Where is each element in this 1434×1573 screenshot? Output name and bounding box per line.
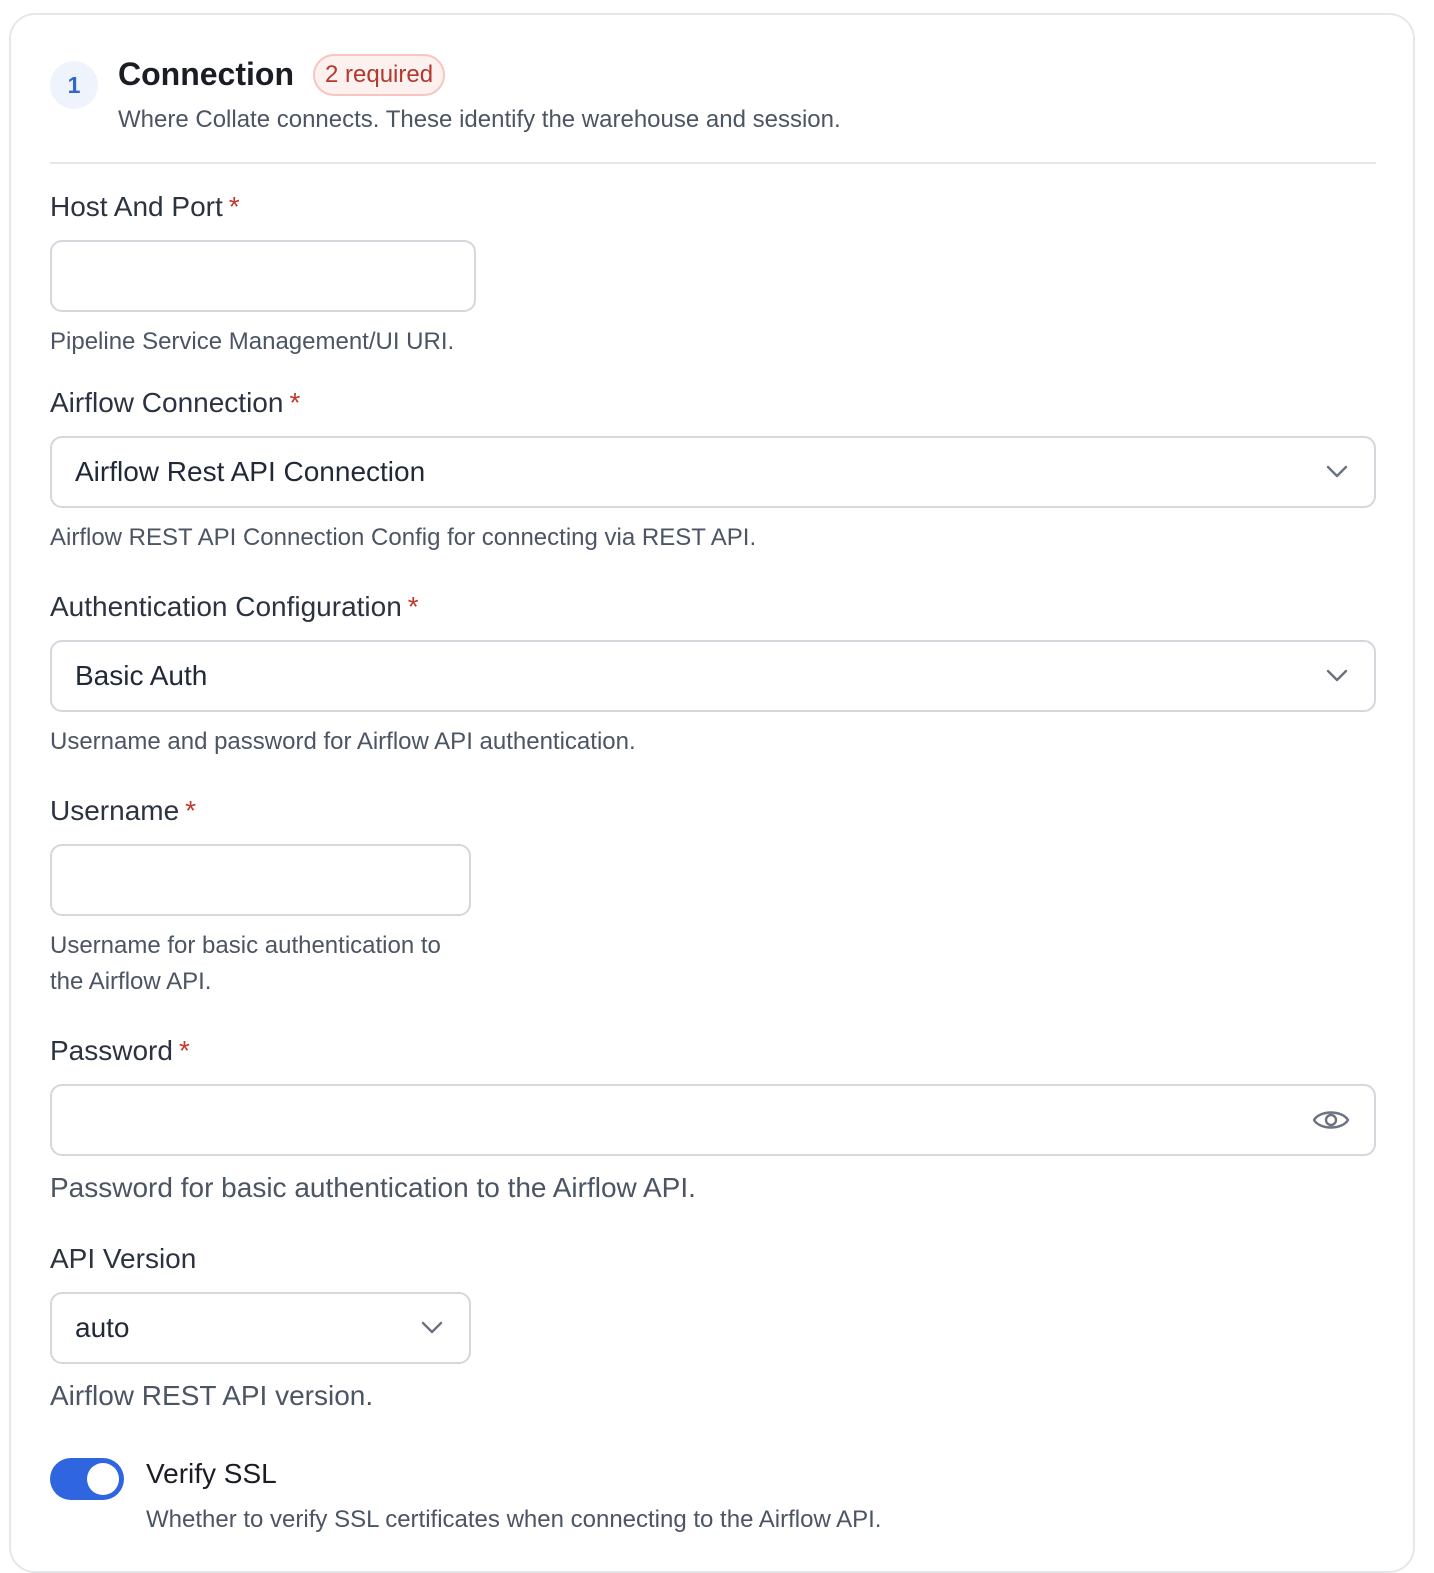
username-help-line-1: Username for basic authentication to bbox=[50, 932, 441, 959]
airflow-connection-label-text: Airflow Connection bbox=[50, 387, 284, 418]
host-and-port-label-text: Host And Port bbox=[50, 191, 223, 222]
required-count-badge: 2 required bbox=[313, 54, 446, 96]
api-version-label-text: API Version bbox=[50, 1243, 197, 1274]
auth-config-label-text: Authentication Configuration bbox=[50, 591, 402, 622]
required-asterisk: * bbox=[178, 1035, 190, 1066]
required-asterisk: * bbox=[289, 387, 301, 418]
password-label: Password * bbox=[50, 1035, 190, 1067]
host-and-port-help: Pipeline Service Management/UI URI. bbox=[50, 328, 455, 355]
airflow-connection-label: Airflow Connection * bbox=[50, 387, 300, 419]
airflow-connection-value: Airflow Rest API Connection bbox=[75, 456, 426, 487]
verify-ssl-label: Verify SSL bbox=[146, 1458, 277, 1489]
chevron-down-icon bbox=[421, 1321, 443, 1334]
username-label: Username * bbox=[50, 795, 196, 827]
auth-config-select[interactable]: Basic Auth bbox=[50, 640, 1376, 712]
host-and-port-label: Host And Port * bbox=[50, 191, 240, 223]
airflow-connection-help: Airflow REST API Connection Config for c… bbox=[50, 524, 757, 551]
required-asterisk: * bbox=[228, 191, 240, 222]
username-input[interactable] bbox=[50, 844, 471, 916]
auth-config-label: Authentication Configuration * bbox=[50, 591, 419, 623]
auth-config-help: Username and password for Airflow API au… bbox=[50, 728, 636, 755]
chevron-down-icon bbox=[1326, 669, 1348, 682]
chevron-down-icon bbox=[1326, 465, 1348, 478]
step-number: 1 bbox=[50, 61, 98, 109]
section-divider bbox=[50, 162, 1376, 164]
required-asterisk: * bbox=[185, 795, 197, 826]
api-version-select[interactable]: auto bbox=[50, 1292, 471, 1364]
toggle-knob bbox=[87, 1463, 119, 1495]
password-help: Password for basic authentication to the… bbox=[50, 1172, 696, 1203]
eye-icon[interactable] bbox=[1312, 1107, 1350, 1133]
username-label-text: Username bbox=[50, 795, 180, 826]
auth-config-value: Basic Auth bbox=[75, 660, 208, 691]
section-description: Where Collate connects. These identify t… bbox=[118, 106, 841, 133]
password-label-text: Password bbox=[50, 1035, 173, 1066]
verify-ssl-help: Whether to verify SSL certificates when … bbox=[146, 1506, 882, 1533]
password-input[interactable] bbox=[50, 1084, 1376, 1156]
section-title: Connection bbox=[118, 56, 294, 92]
host-and-port-input[interactable] bbox=[50, 240, 476, 312]
api-version-value: auto bbox=[75, 1312, 130, 1343]
required-asterisk: * bbox=[407, 591, 419, 622]
airflow-connection-select[interactable]: Airflow Rest API Connection bbox=[50, 436, 1376, 508]
api-version-label: API Version bbox=[50, 1243, 196, 1275]
username-help-line-2: the Airflow API. bbox=[50, 968, 212, 995]
api-version-help: Airflow REST API version. bbox=[50, 1380, 374, 1411]
verify-ssl-toggle[interactable] bbox=[50, 1458, 124, 1500]
